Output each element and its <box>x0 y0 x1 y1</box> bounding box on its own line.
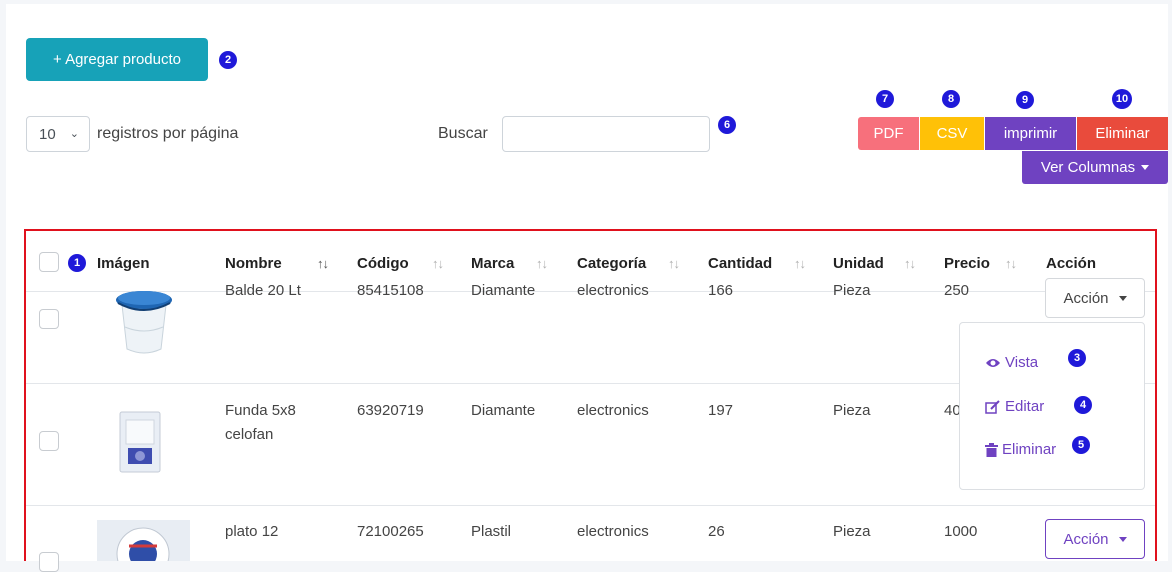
cell-price: 1000 <box>944 523 978 540</box>
action-dropdown-menu: Vista Editar Eliminar <box>959 322 1145 490</box>
caret-down-icon <box>1118 295 1127 301</box>
marker-8: 8 <box>942 90 960 108</box>
sort-icon[interactable]: ↑↓ <box>1005 256 1017 271</box>
action-dropdown-button[interactable]: Acción <box>1045 278 1145 318</box>
header-price[interactable]: Precio <box>944 255 990 272</box>
sort-icon[interactable]: ↑↓ <box>317 256 329 271</box>
dropdown-item-delete-label: Eliminar <box>1002 441 1057 458</box>
cell-name-line1: Funda 5x8 <box>225 402 296 419</box>
cell-category: electronics <box>577 402 649 419</box>
csv-button[interactable]: CSV <box>920 117 984 150</box>
cell-quantity: 166 <box>708 282 734 299</box>
column-visibility-label: Ver Columnas <box>1040 159 1136 176</box>
add-product-button[interactable]: + Agregar producto <box>26 38 208 81</box>
cell-price: 250 <box>944 282 970 299</box>
cell-quantity: 26 <box>708 523 725 540</box>
dropdown-item-edit[interactable]: Editar <box>985 398 1044 415</box>
chevron-down-icon: ⌄ <box>69 128 79 140</box>
dropdown-item-view[interactable]: Vista <box>985 354 1038 371</box>
marker-1: 1 <box>68 254 86 272</box>
cell-name: plato 12 <box>225 523 279 540</box>
caret-down-icon <box>1118 536 1127 542</box>
cell-name: Balde 20 Lt <box>225 282 301 299</box>
marker-4: 4 <box>1074 396 1092 414</box>
cell-unit: Pieza <box>833 282 871 299</box>
page-length-select[interactable]: 10 ⌄ <box>26 116 90 152</box>
sort-icon[interactable]: ↑↓ <box>668 256 680 271</box>
page-length-value: 10 <box>39 125 56 143</box>
trash-icon <box>985 442 998 457</box>
header-image[interactable]: Imágen <box>97 255 150 272</box>
cell-unit: Pieza <box>833 402 871 419</box>
header-name[interactable]: Nombre <box>225 255 282 272</box>
select-all-checkbox[interactable] <box>39 252 59 272</box>
print-button[interactable]: imprimir <box>985 117 1076 150</box>
sort-icon[interactable]: ↑↓ <box>536 256 548 271</box>
action-label: Acción <box>1063 289 1109 307</box>
header-code[interactable]: Código <box>357 255 409 272</box>
dropdown-item-view-label: Vista <box>1005 354 1039 371</box>
header-category[interactable]: Categoría <box>577 255 646 272</box>
action-label: Acción <box>1063 530 1109 548</box>
marker-6: 6 <box>718 116 736 134</box>
row-checkbox[interactable] <box>39 309 59 329</box>
dropdown-item-delete[interactable]: Eliminar <box>985 441 1056 458</box>
delete-button[interactable]: Eliminar <box>1077 117 1168 150</box>
search-input[interactable] <box>502 116 710 152</box>
pdf-button[interactable]: PDF <box>858 117 919 150</box>
row-checkbox[interactable] <box>39 552 59 572</box>
cell-brand: Diamante <box>471 402 536 419</box>
cell-quantity: 197 <box>708 402 734 419</box>
dropdown-item-edit-label: Editar <box>1005 398 1045 415</box>
header-action: Acción <box>1046 255 1097 272</box>
marker-3: 3 <box>1068 349 1086 367</box>
cell-brand: Plastil <box>471 523 512 540</box>
marker-10: 10 <box>1112 89 1132 109</box>
cell-name-line2: celofan <box>225 426 274 443</box>
product-image-plate <box>97 520 190 561</box>
row-checkbox[interactable] <box>39 431 59 451</box>
column-visibility-button[interactable]: Ver Columnas <box>1022 151 1168 184</box>
header-quantity[interactable]: Cantidad <box>708 255 772 272</box>
cell-category: electronics <box>577 282 649 299</box>
marker-2: 2 <box>219 51 237 69</box>
sort-icon[interactable]: ↑↓ <box>904 256 916 271</box>
action-dropdown-button[interactable]: Acción <box>1045 519 1145 559</box>
cell-code: 63920719 <box>357 402 424 419</box>
header-unit[interactable]: Unidad <box>833 255 884 272</box>
marker-5: 5 <box>1072 436 1090 454</box>
header-brand[interactable]: Marca <box>471 255 514 272</box>
product-image-bag <box>119 411 161 473</box>
cell-category: electronics <box>577 523 649 540</box>
cell-unit: Pieza <box>833 523 871 540</box>
cell-code: 72100265 <box>357 523 424 540</box>
marker-9: 9 <box>1016 91 1034 109</box>
row-divider <box>26 505 1155 506</box>
product-image-bucket <box>116 291 172 354</box>
sort-icon[interactable]: ↑↓ <box>794 256 806 271</box>
cell-code: 85415108 <box>357 282 424 299</box>
sort-icon[interactable]: ↑↓ <box>432 256 444 271</box>
edit-icon <box>985 399 1000 414</box>
cell-brand: Diamante <box>471 282 536 299</box>
eye-icon <box>986 358 1000 367</box>
search-label: Buscar <box>438 125 488 142</box>
page-length-label: registros por página <box>97 125 239 142</box>
marker-7: 7 <box>876 90 894 108</box>
caret-down-icon <box>1141 165 1150 170</box>
